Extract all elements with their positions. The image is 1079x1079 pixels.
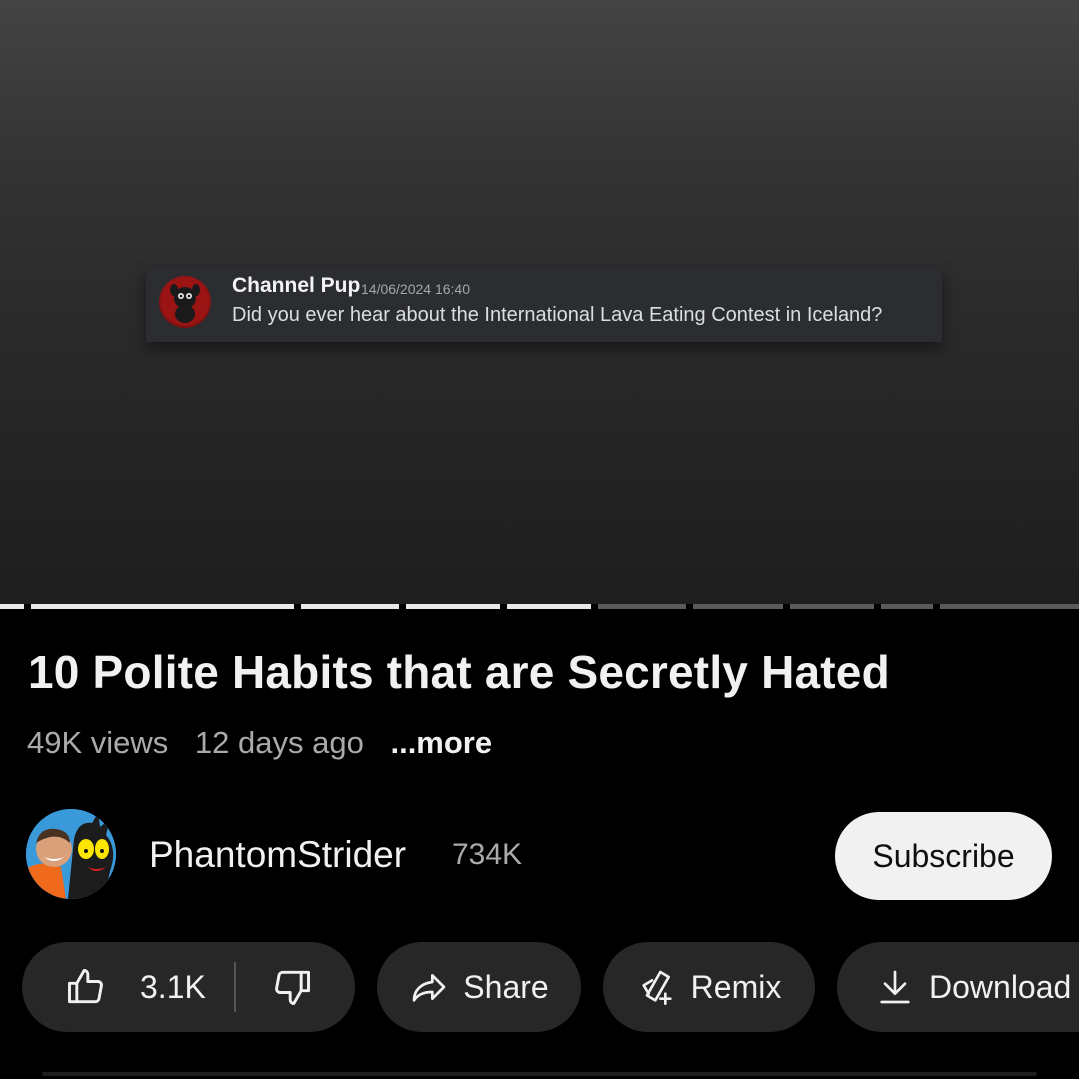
video-player[interactable]: Channel Pup 14/06/2024 16:40 Did you eve… bbox=[0, 0, 1079, 604]
chapter-segment bbox=[940, 604, 1079, 609]
chapter-segment bbox=[406, 604, 500, 609]
share-label: Share bbox=[463, 968, 549, 1005]
chat-message-card: Channel Pup 14/06/2024 16:40 Did you eve… bbox=[146, 268, 942, 342]
remix-label: Remix bbox=[690, 968, 782, 1005]
share-button[interactable]: Share bbox=[377, 942, 581, 1032]
message-author-avatar bbox=[159, 276, 211, 328]
like-dislike-pill: 3.1K bbox=[22, 942, 355, 1032]
like-icon bbox=[64, 965, 108, 1009]
share-icon bbox=[409, 967, 449, 1007]
message-timestamp: 14/06/2024 16:40 bbox=[361, 281, 470, 297]
dislike-button[interactable] bbox=[270, 965, 314, 1009]
chapter-segment bbox=[881, 604, 933, 609]
like-count: 3.1K bbox=[140, 968, 206, 1005]
dislike-icon bbox=[270, 965, 314, 1009]
remix-button[interactable]: Remix bbox=[603, 942, 815, 1032]
video-progress-bar[interactable] bbox=[0, 604, 1079, 610]
like-button[interactable]: 3.1K bbox=[22, 965, 206, 1009]
subscribe-button[interactable]: Subscribe bbox=[835, 812, 1052, 900]
chapter-segment bbox=[507, 604, 591, 609]
message-text: Did you ever hear about the Internationa… bbox=[232, 304, 883, 326]
chapter-segment bbox=[693, 604, 783, 609]
download-button[interactable]: Download bbox=[837, 942, 1079, 1032]
subscriber-count: 734K bbox=[452, 838, 523, 871]
download-label: Download bbox=[929, 968, 1072, 1005]
video-title[interactable]: 10 Polite Habits that are Secretly Hated bbox=[28, 645, 890, 699]
download-icon bbox=[875, 967, 915, 1007]
chapter-segment bbox=[598, 604, 686, 609]
message-author-name: Channel Pup bbox=[232, 274, 361, 297]
chapter-segment bbox=[301, 604, 399, 609]
video-watch-page: Channel Pup 14/06/2024 16:40 Did you eve… bbox=[0, 0, 1079, 1079]
comments-card-edge bbox=[42, 1072, 1037, 1076]
more-link[interactable]: ...more bbox=[390, 725, 492, 760]
chapter-segment bbox=[0, 604, 24, 609]
upload-age: 12 days ago bbox=[194, 725, 364, 760]
chapter-segment bbox=[790, 604, 874, 609]
video-meta[interactable]: 49K views 12 days ago ...more bbox=[27, 725, 492, 761]
chapter-segment bbox=[31, 604, 294, 609]
view-count: 49K views bbox=[27, 725, 169, 760]
like-divider bbox=[233, 962, 236, 1012]
channel-avatar[interactable] bbox=[26, 809, 116, 899]
remix-icon bbox=[637, 967, 677, 1007]
channel-name[interactable]: PhantomStrider bbox=[149, 834, 406, 876]
